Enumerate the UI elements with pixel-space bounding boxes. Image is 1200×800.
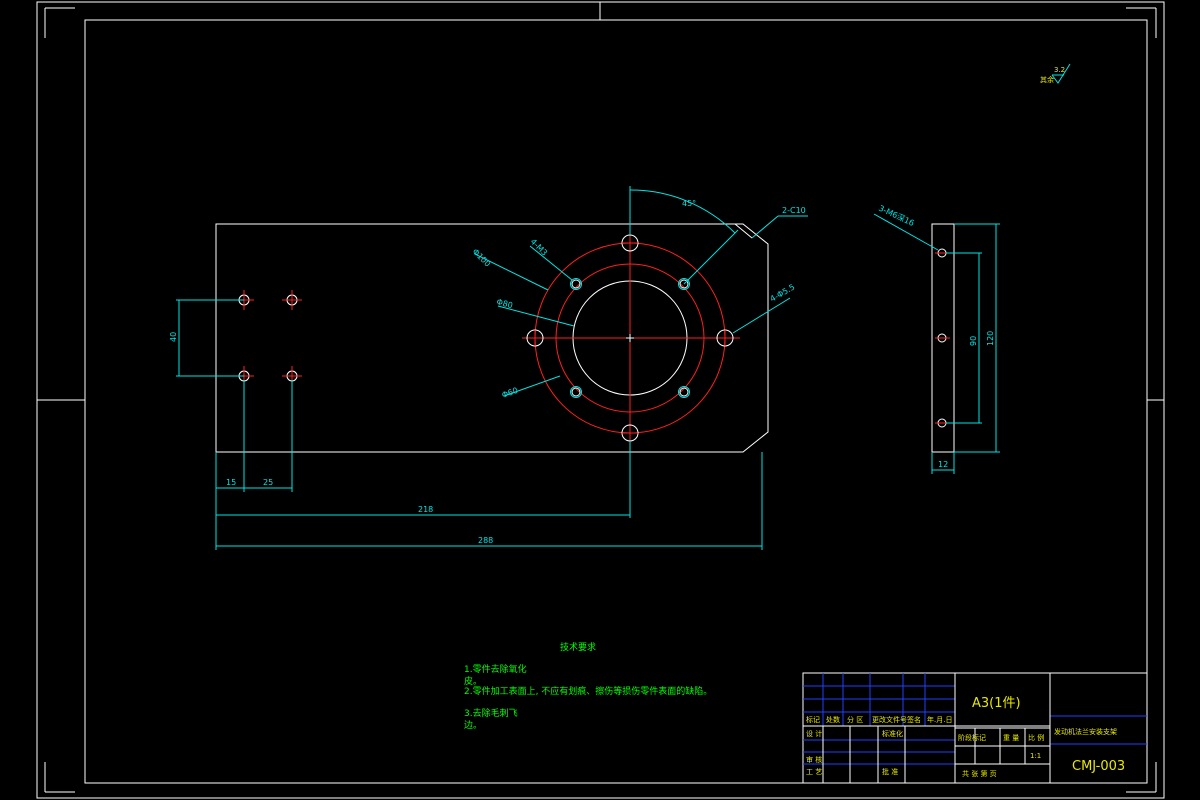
tb-approve: 批 准 [882, 767, 898, 776]
note-2: 2.零件加工表面上, 不应有划痕、擦伤等损伤零件表面的缺陷。 [464, 685, 712, 697]
note-3b: 边。 [464, 720, 482, 731]
tb-label-mark: 标记 [806, 715, 820, 724]
tb-ratio: 比 例 [1028, 733, 1044, 742]
tb-label-sign: 签名 [907, 715, 921, 724]
note-3a: 3.去除毛刺飞 [464, 707, 518, 719]
tb-sheets: 共 张 第 页 [962, 769, 997, 778]
dim-phi60: Φ60 [501, 386, 520, 400]
dim-40: 40 [169, 332, 178, 342]
front-view: 15 25 218 288 40 45° 2-C10 Φ100 4-M3 Φ80… [169, 186, 808, 550]
dim-chamfer: 2-C10 [782, 206, 806, 215]
tb-material: A3(1件) [972, 696, 1021, 711]
side-view: 3-M6深16 90 120 12 [873, 204, 1000, 474]
dim-phi100: Φ100 [471, 247, 493, 269]
tb-label-changeno: 更改文件号 [872, 715, 907, 724]
dim-25: 25 [263, 478, 273, 487]
notes-title: 技术要求 [560, 641, 596, 653]
dim-218: 218 [418, 505, 433, 514]
tb-process: 工 艺 [806, 768, 822, 776]
tb-label-zone: 分 区 [847, 715, 863, 724]
sheet-border [36, 1, 1165, 799]
note-1a: 1.零件去除氧化 [464, 663, 527, 675]
note-1b: 皮。 [464, 675, 482, 687]
tb-stage: 阶段标记 [958, 733, 986, 742]
tb-design: 设 计 [806, 729, 822, 738]
dim-90: 90 [969, 336, 978, 346]
dim-4phi55: 4-Φ5.5 [769, 282, 797, 303]
dim-288: 288 [478, 536, 493, 545]
tb-weight: 重 量 [1003, 734, 1019, 742]
dim-3m6: 3-M6深16 [877, 204, 915, 228]
dim-phi80: Φ80 [495, 297, 513, 310]
roughness-prefix: 其余 [1040, 75, 1054, 84]
left-holes [234, 290, 302, 386]
tb-scale: 1:1 [1030, 752, 1041, 760]
technical-notes: 技术要求 1.零件去除氧化 皮。 2.零件加工表面上, 不应有划痕、擦伤等损伤零… [464, 641, 712, 731]
tb-label-count: 处数 [826, 715, 840, 724]
roughness-symbol: 其余 3.2 [1040, 63, 1071, 84]
tb-drawing-no: CMJ-003 [1072, 759, 1125, 774]
dim-15: 15 [226, 478, 236, 487]
dim-45deg: 45° [682, 199, 696, 208]
tb-standard: 标准化 [882, 729, 903, 738]
title-block: 标记 处数 分 区 更改文件号 签名 年.月.日 设 计 标准化 审 核 工 艺… [802, 672, 1148, 784]
dim-12: 12 [938, 460, 948, 469]
dim-120: 120 [986, 331, 995, 346]
tb-part-name: 发动机法兰安装支架 [1054, 727, 1117, 736]
roughness-value: 3.2 [1054, 66, 1065, 74]
cad-drawing: 其余 3.2 15 25 218 288 40 45° 2-C10 Φ100 4… [36, 1, 1165, 799]
dimension-lines [176, 186, 808, 550]
tb-label-date: 年.月.日 [927, 715, 952, 724]
tb-review: 审 核 [806, 755, 822, 764]
